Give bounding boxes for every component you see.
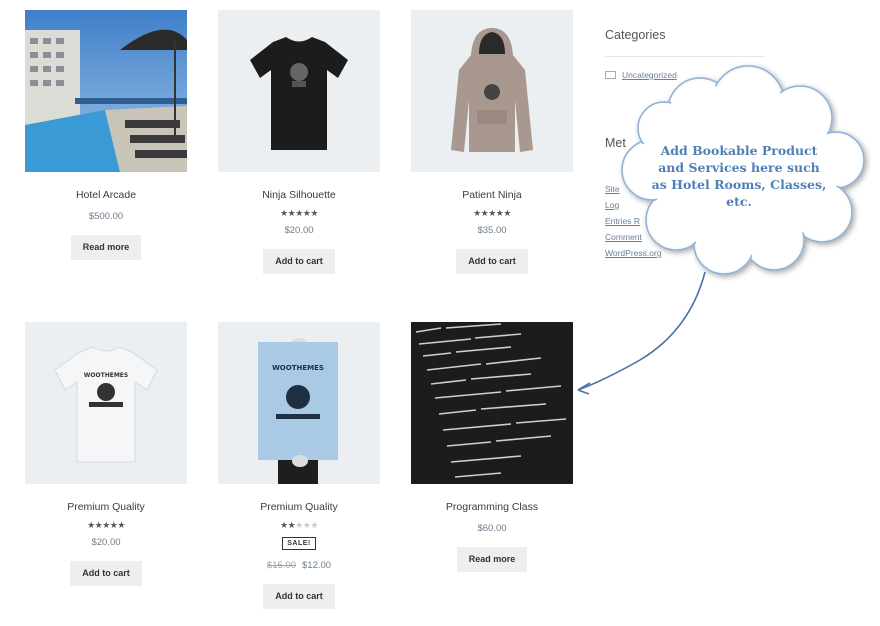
product-title[interactable]: Hotel Arcade xyxy=(25,189,187,203)
code-screen-image[interactable] xyxy=(411,322,573,484)
sidebar: Categories Uncategorized xyxy=(605,28,770,80)
product-title[interactable]: Ninja Silhouette xyxy=(218,189,380,203)
divider xyxy=(605,56,765,57)
meta-link-entries[interactable]: Entries R xyxy=(605,216,640,226)
sale-badge: SALE! xyxy=(282,537,316,550)
star-rating: ★★★★★ xyxy=(280,208,318,218)
product-title[interactable]: Premium Quality xyxy=(25,501,187,515)
product-title[interactable]: Patient Ninja xyxy=(411,189,573,203)
product-premium-quality-tshirt: WOOTHEMES Premium Quality ★★★★★ $20.00 A… xyxy=(25,322,187,586)
callout-line-1: Add Bookable Product xyxy=(660,143,818,158)
arrow-line xyxy=(577,271,706,391)
poster-print-text: WOOTHEMES xyxy=(272,364,324,372)
category-link[interactable]: Uncategorized xyxy=(605,70,770,80)
product-title[interactable]: Programming Class xyxy=(411,501,573,515)
callout-text: Add Bookable Product and Services here s… xyxy=(650,142,828,210)
product-price: $35.00 xyxy=(477,225,507,236)
product-title[interactable]: Premium Quality xyxy=(218,501,380,515)
hotel-image[interactable] xyxy=(25,10,187,172)
add-to-cart-button[interactable]: Add to cart xyxy=(263,249,335,274)
category-label: Uncategorized xyxy=(622,70,677,80)
product-price: $20.00 xyxy=(91,537,121,548)
poster-image[interactable]: WOOTHEMES xyxy=(218,322,380,484)
add-to-cart-button[interactable]: Add to cart xyxy=(263,584,335,609)
meta-link-comments[interactable]: Comment xyxy=(605,232,642,242)
callout-line-3: as Hotel Rooms, Classes, xyxy=(651,177,827,192)
read-more-button[interactable]: Read more xyxy=(456,547,528,572)
product-price: $60.00 xyxy=(477,523,507,534)
product-price: $20.00 xyxy=(284,225,314,236)
sale-price: $12.00 xyxy=(302,560,332,571)
star-rating: ★★★★★ xyxy=(87,520,125,530)
callout-line-4: etc. xyxy=(726,194,752,209)
hoodie-image[interactable] xyxy=(411,10,573,172)
product-price: $15.00 $12.00 xyxy=(218,560,380,572)
tshirt-white-image[interactable]: WOOTHEMES xyxy=(25,322,187,484)
meta-title: Met xyxy=(605,136,626,150)
meta-link-wordpress[interactable]: WordPress.org xyxy=(605,248,662,258)
product-hotel-arcade: Hotel Arcade $500.00 Read more xyxy=(25,10,187,260)
meta-link-log[interactable]: Log xyxy=(605,200,619,210)
star-rating: ★★★★★ xyxy=(473,208,511,218)
tshirt-print-text: WOOTHEMES xyxy=(84,372,128,379)
folder-icon xyxy=(605,71,616,79)
meta-link-site[interactable]: Site xyxy=(605,184,620,194)
arrow-head-icon xyxy=(577,382,591,395)
product-programming-class: Programming Class $60.00 Read more xyxy=(411,322,573,572)
star-rating: ★★★★★ xyxy=(280,520,318,530)
add-to-cart-button[interactable]: Add to cart xyxy=(456,249,528,274)
categories-title: Categories xyxy=(605,28,666,42)
read-more-button[interactable]: Read more xyxy=(70,235,142,260)
callout-line-2: and Services here such xyxy=(658,160,820,175)
add-to-cart-button[interactable]: Add to cart xyxy=(70,561,142,586)
old-price: $15.00 xyxy=(266,560,296,571)
product-premium-quality-poster: WOOTHEMES Premium Quality ★★★★★ SALE! $1… xyxy=(218,322,380,609)
tshirt-black-image[interactable] xyxy=(218,10,380,172)
product-price: $500.00 xyxy=(88,211,124,222)
product-patient-ninja: Patient Ninja ★★★★★ $35.00 Add to cart xyxy=(411,10,573,274)
product-ninja-silhouette: Ninja Silhouette ★★★★★ $20.00 Add to car… xyxy=(218,10,380,274)
